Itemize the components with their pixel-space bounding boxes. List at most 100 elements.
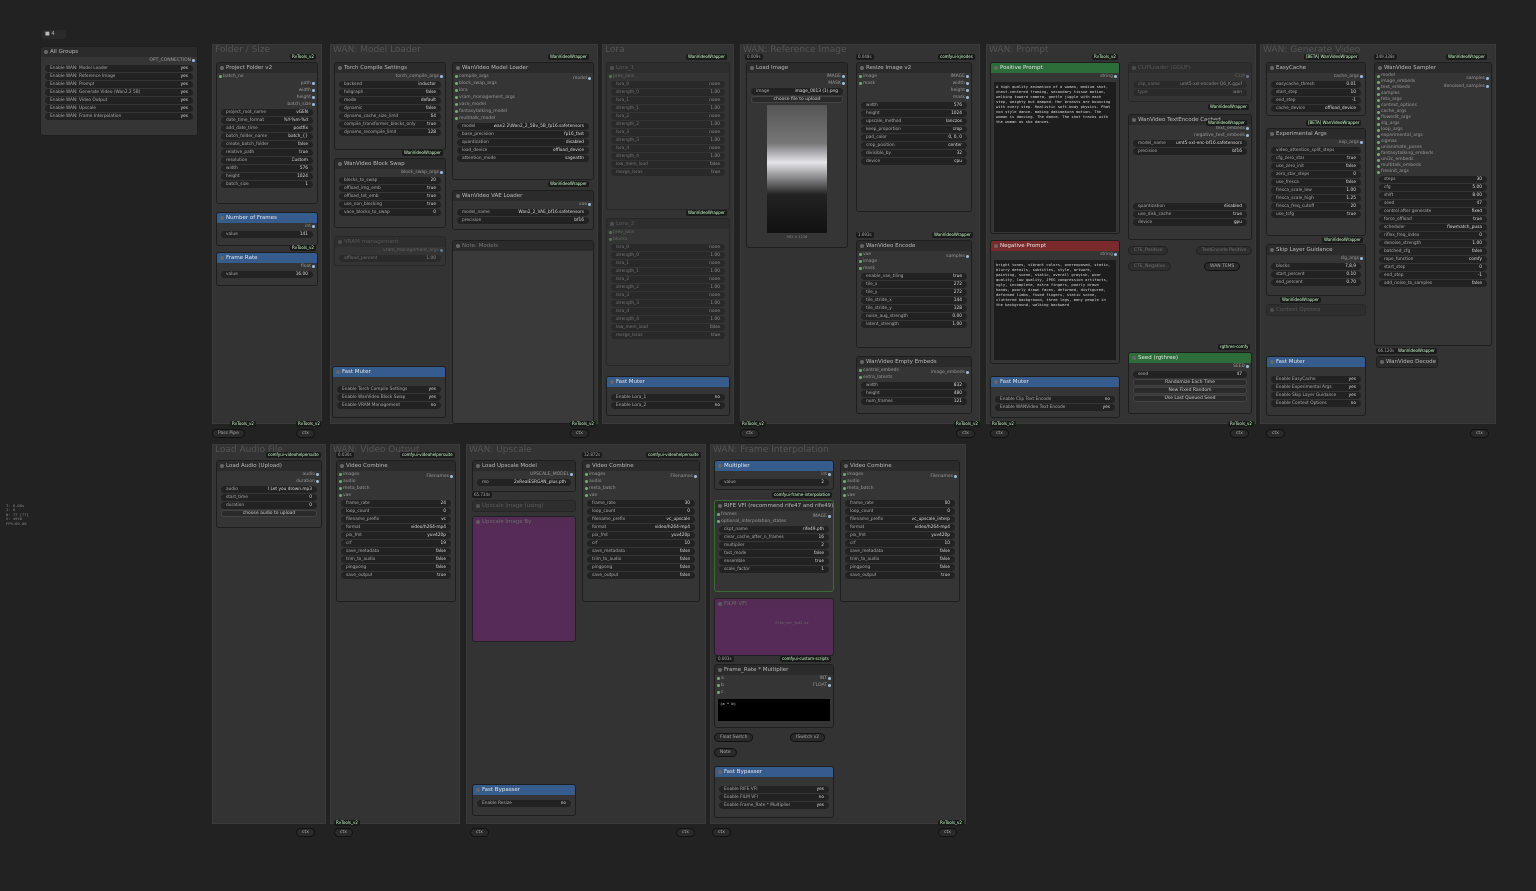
easycache-thresh-widget[interactable]: easycache_thresh 0.01: [1271, 81, 1361, 88]
tile-stride-x-widget[interactable]: tile_stride_x 144: [861, 297, 967, 304]
fast-muter-lora-node[interactable]: Fast Muter Enable Lora_1 no Enable Lora_2 n…: [606, 376, 730, 416]
fast-muter-gen-node[interactable]: Fast Muter Enable EasyCache yes Enable Exp…: [1266, 356, 1366, 416]
use-last-seed-button[interactable]: Use Last Queued Seed: [1133, 395, 1247, 402]
mode-widget[interactable]: mode default: [339, 97, 441, 104]
ctx-node[interactable]: ctx: [712, 828, 731, 837]
lora-1-node[interactable]: Lora_1 prev_lora lora_0 none strength_0 1.0…: [606, 62, 730, 210]
force-offload-widget[interactable]: force_offload true: [1379, 216, 1487, 223]
upscale-image-node[interactable]: Upscale Image (using): [472, 500, 576, 512]
output-socket[interactable]: width: [857, 80, 971, 87]
input-socket[interactable]: vae: [337, 492, 455, 499]
save-output-widget[interactable]: save_output false: [587, 572, 695, 579]
lora-0-widget[interactable]: lora_0 none: [611, 81, 725, 88]
output-socket[interactable]: FLOAT: [807, 682, 833, 689]
pix-fmt-widget[interactable]: pix_fmt yuv420p: [845, 532, 955, 539]
vae-loader-node[interactable]: WanVideo VAE Loader vae model_name Wan2_2…: [452, 190, 594, 230]
batch-folder-name-widget[interactable]: batch_folder_name batch_{}: [221, 133, 313, 140]
latent-strength-widget[interactable]: latent_strength 1.00: [861, 321, 967, 328]
use-zero-init-widget[interactable]: use_zero_init false: [1271, 163, 1361, 170]
input-socket[interactable]: lora: [453, 87, 593, 94]
output-socket[interactable]: path: [217, 80, 317, 87]
value-widget[interactable]: value 141: [221, 231, 313, 238]
project-root-name-widget[interactable]: project_root_name vGEN: [221, 109, 313, 116]
load-audio-node[interactable]: Load Audio (Upload) audio duration audio…: [216, 460, 322, 528]
text-encode-cached-node[interactable]: WanVideo TextEncode Cached text_embeds n…: [1128, 114, 1252, 240]
toggle-row[interactable]: Enable Lora_2 no: [611, 402, 725, 409]
strength-1-widget[interactable]: strength_1 1.00: [611, 105, 725, 112]
trim-to-audio-widget[interactable]: trim_to_audio false: [587, 556, 695, 563]
strength-3-widget[interactable]: strength_3 1.00: [611, 137, 725, 144]
output-socket[interactable]: audio: [217, 471, 321, 478]
date-time-format-widget[interactable]: date_time_format %Y-%m-%d: [221, 117, 313, 124]
iswitch-node[interactable]: ISwitch v2: [790, 733, 826, 742]
filename-prefix-widget[interactable]: filename_prefix vc_upscale_interp: [845, 516, 955, 523]
load-image-node[interactable]: Load Image IMAGE MASK image image_0013 (1…: [746, 62, 848, 248]
save-metadata-widget[interactable]: save_metadata false: [341, 548, 451, 555]
pingpong-widget[interactable]: pingpong false: [587, 564, 695, 571]
upscale-image-by-node[interactable]: Upscale Image By: [472, 516, 576, 642]
pass-pipe-node[interactable]: Pass Pipe: [212, 429, 245, 438]
start-step-widget[interactable]: start_step 10: [1271, 89, 1361, 96]
ctx-node[interactable]: ctx: [956, 429, 975, 438]
ckpt-name-widget[interactable]: ckpt_name rife49.pth: [719, 526, 829, 533]
output-socket[interactable]: vae: [453, 201, 593, 208]
output-socket[interactable]: mask: [857, 94, 971, 101]
use-tcfg-widget[interactable]: use_tcfg true: [1271, 211, 1361, 218]
type-widget[interactable]: type wan: [1133, 89, 1247, 96]
input-socket[interactable]: images: [337, 471, 455, 478]
output-socket[interactable]: height: [857, 87, 971, 94]
device-widget[interactable]: device cpu: [861, 158, 967, 165]
dynamo-cache-size-limit-widget[interactable]: dynamo_cache_size_limit 64: [339, 113, 441, 120]
denoise-strength-widget[interactable]: denoise_strength 1.00: [1379, 240, 1487, 247]
offload-percent-widget[interactable]: offload_percent 1.00: [339, 255, 441, 262]
toggle-row[interactable]: Enable RIFE VFI yes: [719, 786, 829, 793]
output-socket[interactable]: height: [217, 94, 317, 101]
block-swap-node[interactable]: WanVideo Block Swap block_swap_args bloc…: [334, 158, 446, 228]
merge-loras-widget[interactable]: merge_loras true: [611, 169, 725, 176]
start-percent-widget[interactable]: start_percent 0.10: [1271, 271, 1361, 278]
expression-input[interactable]: (a * b): [718, 699, 830, 721]
empty-embeds-node[interactable]: WanVideo Empty Embeds image_embeds contr…: [856, 356, 972, 414]
use-fresca-widget[interactable]: use_fresca false: [1271, 179, 1361, 186]
output-socket[interactable]: IMAGE: [747, 73, 847, 80]
model-name-widget[interactable]: model_name Wan2_2_VAE_bf16.safetensors: [457, 209, 589, 216]
upload-button[interactable]: choose file to upload: [751, 96, 843, 103]
cache-device-widget[interactable]: cache_device offload_device: [1271, 105, 1361, 112]
width-widget[interactable]: width 576: [861, 102, 967, 109]
model-name-widget[interactable]: model_name umt5-xxl-enc-bf16.safetensors: [1133, 140, 1247, 147]
width-widget[interactable]: width 832: [861, 382, 967, 389]
low-mem-load-widget[interactable]: low_mem_load false: [611, 161, 725, 168]
ctx-node[interactable]: ctx: [1470, 429, 1489, 438]
float-switch-node[interactable]: Float Switch: [714, 733, 754, 742]
shift-widget[interactable]: shift 8.00: [1379, 192, 1487, 199]
backend-widget[interactable]: backend inductor: [339, 81, 441, 88]
precision-widget[interactable]: precision bf16: [1133, 148, 1247, 155]
multiplier-node[interactable]: Multiplier int value 2: [714, 460, 834, 490]
enable-vae-tiling-widget[interactable]: enable_vae_tiling true: [861, 273, 967, 280]
audio-widget[interactable]: audio I Let you drown.mp3: [221, 486, 317, 493]
torch-compile-node[interactable]: Torch Compile Settings torch_compile_arg…: [334, 62, 446, 150]
rope-function-widget[interactable]: rope_function comfy: [1379, 256, 1487, 263]
input-socket[interactable]: batch_no: [217, 73, 317, 80]
group-toggle-row[interactable]: Enable WAN: Model Loader yes: [45, 65, 193, 72]
keep-proportion-widget[interactable]: keep_proportion crop: [861, 126, 967, 133]
output-socket[interactable]: OPT_CONNECTION: [41, 57, 197, 64]
ctx-node[interactable]: ctx: [676, 828, 695, 837]
resolution-widget[interactable]: resolution Custom: [221, 157, 313, 164]
end-step-widget[interactable]: end_step -1: [1271, 97, 1361, 104]
attention-mode-widget[interactable]: attention_mode sageattn: [457, 155, 589, 162]
input-socket[interactable]: image: [857, 258, 971, 265]
video-attention-split-steps-widget[interactable]: video_attention_split_steps: [1271, 147, 1361, 154]
dynamo-recompile-limit-widget[interactable]: dynamo_recompile_limit 128: [339, 129, 441, 136]
output-socket[interactable]: int: [715, 471, 833, 478]
strength-4-widget[interactable]: strength_4 1.00: [611, 316, 725, 323]
lora-2-node[interactable]: Lora_2 prev_lora blocks lora_0 none streng…: [606, 218, 730, 366]
toggle-row[interactable]: Enable EasyCache yes: [1271, 376, 1361, 383]
ensemble-widget[interactable]: ensemble true: [719, 558, 829, 565]
output-socket[interactable]: exp_args: [1267, 139, 1365, 146]
vram-management-node[interactable]: VRAM management vram_management_args off…: [334, 236, 446, 266]
seed-node[interactable]: Seed (rgthree) SEED seed 47 Randomize Eac…: [1128, 352, 1252, 414]
input-socket[interactable]: vae: [857, 251, 971, 258]
input-socket[interactable]: multitalk_model: [453, 115, 593, 122]
output-socket[interactable]: negative_text_embeds: [1129, 132, 1251, 139]
